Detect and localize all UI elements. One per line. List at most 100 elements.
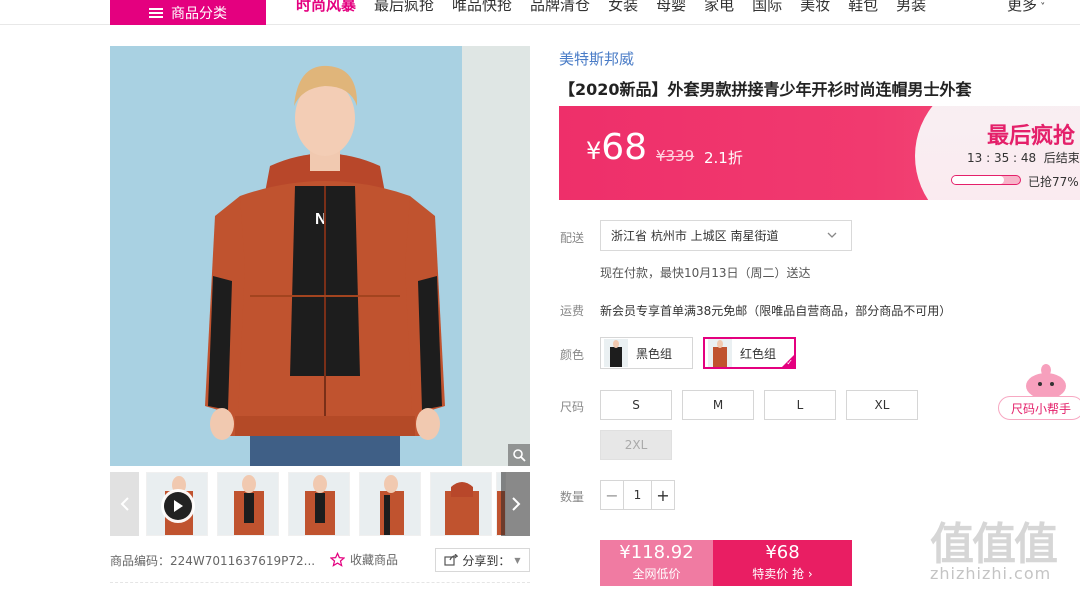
size-label: 尺码 (560, 400, 585, 414)
nav-more-label: 更多 (1007, 0, 1038, 14)
color-option-red[interactable]: 红色组 ✓ (703, 337, 796, 369)
thumbnail-prev-button[interactable] (110, 472, 139, 536)
quantity-increase-button[interactable]: + (651, 481, 674, 509)
share-button[interactable]: 分享到： ▼ (435, 548, 530, 572)
watermark-url: zhizhizhi.com (930, 564, 1052, 583)
delivery-label: 配送 (560, 231, 585, 245)
zoom-button[interactable] (508, 444, 530, 466)
nav-item-international[interactable]: 国际 (752, 0, 782, 13)
sold-progress-bar (951, 175, 1021, 185)
color-option-label: 红色组 (740, 346, 777, 361)
thumbnail-image-5[interactable] (430, 472, 492, 536)
product-title: 【2020新品】外套男款拼接青少年开衫时尚连帽男士外套 (559, 80, 972, 99)
buy-sale-label: 特卖价 抢 (752, 567, 805, 581)
nav-item-beauty[interactable]: 美妆 (800, 0, 830, 13)
swatch-thumbnail (708, 339, 732, 367)
discount-label: 2.1折 (704, 149, 743, 167)
nav-item-shoes-bags[interactable]: 鞋包 (848, 0, 878, 13)
brand-link[interactable]: 美特斯邦威 (559, 48, 634, 69)
model-photo: N (205, 65, 445, 466)
price-value: 68 (601, 127, 648, 168)
play-icon (174, 500, 183, 512)
address-value: 浙江省 杭州市 上城区 南星街道 (611, 229, 779, 243)
chevron-down-icon (827, 232, 837, 238)
buy-orig-label: 全网低价 (632, 567, 681, 581)
video-play-button[interactable] (161, 489, 195, 523)
share-label: 分享到： (462, 553, 511, 568)
favorite-label: 收藏商品 (350, 553, 399, 567)
buy-orig-price: ¥118.92 (619, 542, 694, 563)
thumbnail-next-button[interactable] (501, 472, 530, 536)
item-code: 商品编码：224W7011637619P72... (110, 554, 316, 568)
buy-original-price-button[interactable]: ¥118.92 全网低价 (600, 540, 713, 586)
swatch-thumbnail (604, 339, 628, 367)
favorite-button[interactable]: 收藏商品 (330, 551, 398, 568)
size-option-m[interactable]: M (682, 390, 754, 420)
delivery-note: 现在付款，最快10月13日（周二）送达 (600, 266, 811, 280)
main-product-image[interactable]: N (110, 46, 530, 466)
size-helper-label[interactable]: 尺码小帮手 (998, 396, 1080, 420)
buy-sale-price-button[interactable]: ¥68 特卖价 抢 › (713, 540, 852, 586)
star-icon (330, 552, 345, 567)
nav-item-quick-rush[interactable]: 唯品快抢 (452, 0, 512, 13)
nav-item-fashion[interactable]: 时尚风暴 (296, 0, 356, 13)
thumbnail-image (234, 475, 264, 535)
freight-label: 运费 (560, 304, 585, 318)
chevron-down-icon: ˅ (1037, 2, 1046, 13)
top-nav: 商品分类 时尚风暴 最后疯抢 唯品快抢 品牌清仓 女装 母婴 家电 国际 美妆 … (0, 0, 1080, 25)
menu-icon (149, 7, 163, 18)
category-menu-button[interactable]: 商品分类 (110, 0, 266, 25)
size-option-2xl: 2XL (600, 430, 672, 460)
color-label: 颜色 (560, 348, 585, 362)
price-banner: ¥68 ¥339 2.1折 最后疯抢 13 : 35 : 48 后结束 已抢77… (559, 106, 1080, 200)
flash-sale-title: 最后疯抢 (987, 124, 1076, 149)
currency-symbol: ¥ (586, 137, 602, 165)
check-icon: ✓ (786, 358, 793, 367)
freight-text: 新会员专享首单满38元免邮（限唯品自营商品，部分商品不可用） (600, 304, 952, 318)
thumbnail-strip (110, 472, 530, 536)
sold-percent: 已抢77% (1028, 175, 1079, 189)
product-meta-row: 商品编码：224W7011637619P72... 收藏商品 分享到： ▼ (110, 548, 530, 572)
quantity-label: 数量 (560, 490, 585, 504)
current-price: ¥68 (586, 130, 647, 166)
mascot-icon (1026, 364, 1066, 399)
quantity-decrease-button[interactable]: − (601, 481, 624, 509)
nav-more[interactable]: 更多 ˅ (1007, 0, 1045, 13)
color-option-black[interactable]: 黑色组 (600, 337, 693, 369)
nav-item-men[interactable]: 男装 (896, 0, 926, 13)
thumbnail-image (445, 482, 479, 535)
buy-sale-label-row: 特卖价 抢 › (713, 566, 852, 582)
countdown-timer: 13 : 35 : 48 后结束 (967, 149, 1080, 166)
chevron-left-icon (120, 497, 129, 511)
chevron-right-icon (511, 497, 520, 511)
thumbnail-image (305, 475, 335, 535)
address-select[interactable]: 浙江省 杭州市 上城区 南星街道 (600, 220, 852, 251)
nav-item-clearance[interactable]: 品牌清仓 (530, 0, 590, 13)
watermark-logo: 值值值 (930, 519, 1058, 570)
color-option-label: 黑色组 (636, 346, 673, 361)
countdown-value: 13 : 35 : 48 (967, 151, 1037, 165)
nav-item-last-rush[interactable]: 最后疯抢 (374, 0, 434, 13)
original-price: ¥339 (656, 147, 695, 165)
buy-sale-price: ¥68 (765, 542, 800, 563)
watermark: 值值值 zhizhizhi.com (926, 508, 1080, 588)
thumbnail-image-2[interactable] (217, 472, 279, 536)
countdown-suffix: 后结束 (1043, 151, 1080, 165)
divider (110, 582, 530, 583)
size-option-l[interactable]: L (764, 390, 836, 420)
category-button-label: 商品分类 (171, 5, 227, 22)
thumbnail-video[interactable] (146, 472, 208, 536)
caret-down-icon: ▼ (514, 555, 521, 565)
nav-item-women[interactable]: 女装 (608, 0, 638, 13)
size-option-s[interactable]: S (600, 390, 672, 420)
quantity-stepper: − 1 + (600, 480, 675, 510)
nav-items: 时尚风暴 最后疯抢 唯品快抢 品牌清仓 女装 母婴 家电 国际 美妆 鞋包 男装 (296, 0, 944, 25)
nav-item-appliance[interactable]: 家电 (704, 0, 734, 13)
quantity-value[interactable]: 1 (624, 481, 651, 509)
thumbnail-image-3[interactable] (288, 472, 350, 536)
size-helper-widget[interactable]: 尺码小帮手 (998, 360, 1080, 420)
chevron-right-icon: › (804, 567, 813, 581)
nav-item-baby[interactable]: 母婴 (656, 0, 686, 13)
size-option-xl[interactable]: XL (846, 390, 918, 420)
thumbnail-image-4[interactable] (359, 472, 421, 536)
